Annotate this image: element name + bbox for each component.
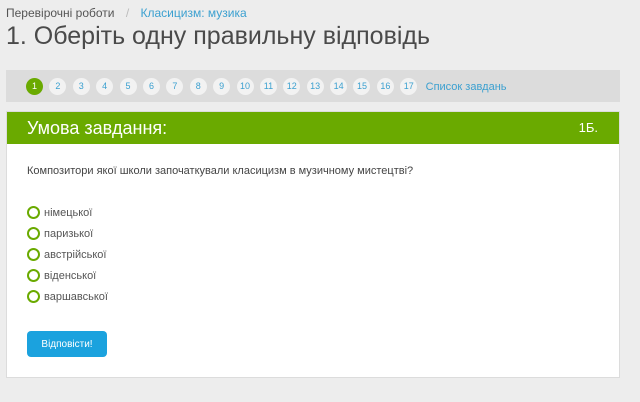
breadcrumb-separator: / xyxy=(125,6,130,20)
question-number-17[interactable]: 17 xyxy=(400,78,418,95)
task-condition-label: Умова завдання: xyxy=(27,118,168,138)
question-navigation: 1 2 3 4 5 6 7 8 9 10 11 12 13 14 15 16 17 Список завдань xyxy=(6,70,620,102)
answer-options: німецької паризької австрійської віденської… xyxy=(27,202,108,307)
radio-button[interactable] xyxy=(27,227,40,240)
answer-option-label: австрійської xyxy=(44,248,107,261)
question-number-2[interactable]: 2 xyxy=(49,78,67,95)
task-card: Умова завдання: 1Б. Композитори якої шко… xyxy=(6,111,620,378)
radio-button[interactable] xyxy=(27,248,40,261)
task-header: Умова завдання: 1Б. xyxy=(7,112,619,144)
answer-option[interactable]: німецької xyxy=(27,202,108,223)
breadcrumb: Перевірочні роботи / Класицизм: музика xyxy=(6,6,247,20)
question-number-5[interactable]: 5 xyxy=(119,78,137,95)
answer-option[interactable]: австрійської xyxy=(27,244,108,265)
question-number-8[interactable]: 8 xyxy=(189,78,207,95)
breadcrumb-item-topic[interactable]: Класицизм: музика xyxy=(141,6,247,20)
question-number-10[interactable]: 10 xyxy=(236,78,254,95)
question-number-4[interactable]: 4 xyxy=(96,78,114,95)
answer-option[interactable]: паризької xyxy=(27,223,108,244)
answer-option[interactable]: варшавської xyxy=(27,286,108,307)
question-number-7[interactable]: 7 xyxy=(166,78,184,95)
radio-button[interactable] xyxy=(27,269,40,282)
task-list-link[interactable]: Список завдань xyxy=(426,81,507,93)
answer-option-label: віденської xyxy=(44,269,97,282)
question-number-12[interactable]: 12 xyxy=(283,78,301,95)
answer-option[interactable]: віденської xyxy=(27,265,108,286)
breadcrumb-item-tests[interactable]: Перевірочні роботи xyxy=(6,6,114,20)
answer-option-label: варшавської xyxy=(44,290,108,303)
score-badge: 1Б. xyxy=(578,120,598,135)
question-number-16[interactable]: 16 xyxy=(376,78,394,95)
question-number-6[interactable]: 6 xyxy=(142,78,160,95)
question-number-9[interactable]: 9 xyxy=(213,78,231,95)
question-number-1[interactable]: 1 xyxy=(26,78,43,95)
answer-option-label: німецької xyxy=(44,206,93,219)
radio-button[interactable] xyxy=(27,290,40,303)
question-number-14[interactable]: 14 xyxy=(330,78,348,95)
radio-button[interactable] xyxy=(27,206,40,219)
question-number-11[interactable]: 11 xyxy=(259,78,277,95)
question-number-13[interactable]: 13 xyxy=(306,78,324,95)
answer-option-label: паризької xyxy=(44,227,94,240)
question-text: Композитори якої школи започаткували кла… xyxy=(27,165,414,177)
question-number-15[interactable]: 15 xyxy=(353,78,371,95)
submit-answer-button[interactable]: Відповісти! xyxy=(27,331,107,357)
page-title: 1. Оберіть одну правильну відповідь xyxy=(6,22,431,50)
question-number-3[interactable]: 3 xyxy=(72,78,90,95)
